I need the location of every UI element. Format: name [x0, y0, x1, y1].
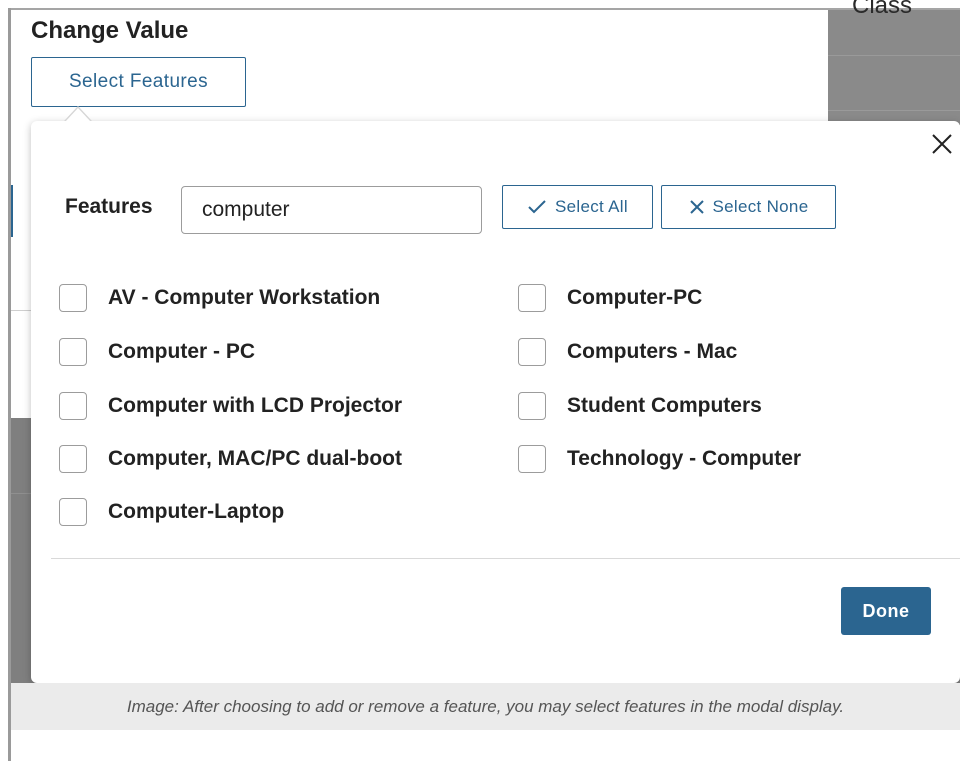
feature-option-label: Computer-PC: [567, 286, 703, 309]
feature-option[interactable]: Technology - Computer: [518, 444, 801, 474]
background-table-area: [828, 10, 960, 125]
feature-option[interactable]: Computers - Mac: [518, 337, 737, 367]
caption-text: Image: After choosing to add or remove a…: [126, 696, 845, 716]
feature-option[interactable]: AV - Computer Workstation: [59, 283, 380, 313]
select-none-label: Select None: [712, 197, 809, 216]
feature-checkbox[interactable]: [59, 284, 87, 312]
page-frame-top: [8, 8, 960, 10]
page-title: Change Value: [31, 17, 189, 44]
feature-checkbox[interactable]: [59, 392, 87, 420]
background-divider: [11, 310, 31, 311]
feature-checkbox[interactable]: [59, 338, 87, 366]
feature-option[interactable]: Computer-Laptop: [59, 497, 284, 527]
feature-option[interactable]: Computer, MAC/PC dual-boot: [59, 444, 402, 474]
feature-option[interactable]: Student Computers: [518, 391, 762, 421]
feature-checkbox[interactable]: [59, 445, 87, 473]
select-all-button[interactable]: Select All: [502, 185, 653, 229]
select-none-button[interactable]: Select None: [661, 185, 836, 229]
feature-option-label: AV - Computer Workstation: [108, 286, 381, 309]
feature-option[interactable]: Computer - PC: [59, 337, 255, 367]
features-label: Features: [65, 195, 153, 218]
x-icon: [689, 200, 704, 214]
feature-option-label: Computer - PC: [108, 340, 255, 363]
feature-option-label: Computer-Laptop: [108, 500, 285, 523]
modal-divider: [51, 558, 960, 559]
background-left-tab: [11, 185, 31, 237]
feature-checkbox[interactable]: [518, 338, 546, 366]
close-button[interactable]: [927, 129, 957, 159]
feature-option-label: Computer, MAC/PC dual-boot: [108, 447, 402, 470]
popover-caret-inner: [65, 108, 91, 122]
feature-checkbox[interactable]: [518, 445, 546, 473]
features-search-input[interactable]: [181, 186, 482, 234]
image-caption: Image: After choosing to add or remove a…: [11, 683, 960, 730]
feature-option[interactable]: Computer with LCD Projector: [59, 391, 402, 421]
feature-checkbox[interactable]: [518, 392, 546, 420]
feature-checkbox[interactable]: [518, 284, 546, 312]
check-icon: [528, 200, 546, 214]
page: Class Change Value Select Features Featu…: [0, 0, 960, 761]
feature-checkbox[interactable]: [59, 498, 87, 526]
select-all-label: Select All: [555, 197, 628, 216]
background-column-header: Class: [852, 0, 913, 19]
feature-option-label: Computer with LCD Projector: [108, 394, 403, 417]
feature-option-label: Technology - Computer: [567, 447, 802, 470]
feature-option-label: Computers - Mac: [567, 340, 738, 363]
close-icon: [932, 134, 952, 154]
select-features-button[interactable]: Select Features: [31, 57, 246, 107]
feature-option[interactable]: Computer-PC: [518, 283, 702, 313]
feature-option-label: Student Computers: [567, 394, 762, 417]
done-button[interactable]: Done: [841, 587, 931, 635]
